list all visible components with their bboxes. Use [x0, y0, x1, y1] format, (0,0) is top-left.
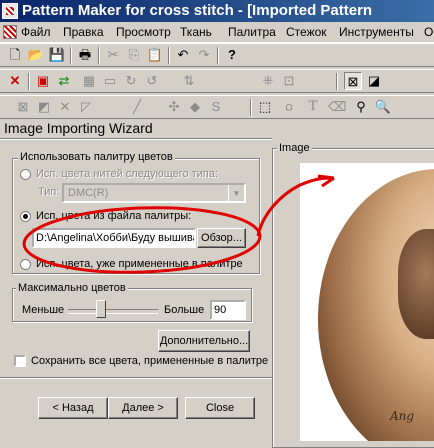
backstitch-icon[interactable]: ╱: [128, 98, 146, 116]
save-colors-label: Сохранить все цвета, примененные в палит…: [31, 355, 269, 367]
toolbar-separator: [336, 73, 338, 90]
less-label: Меньше: [22, 304, 65, 316]
text-icon[interactable]: T: [304, 98, 322, 116]
app-icon[interactable]: [2, 3, 18, 19]
half-stitch-icon[interactable]: ◪: [365, 72, 383, 90]
more-label: Больше: [164, 304, 205, 316]
stitch-half-icon[interactable]: ◸: [77, 98, 95, 116]
browse-button[interactable]: Обзор...: [197, 228, 246, 248]
thread-type-value: DMC(R): [68, 187, 109, 199]
grid-icon[interactable]: ▦: [80, 72, 98, 90]
menu-palette[interactable]: Палитра: [228, 25, 276, 39]
stitch-full-icon[interactable]: ⊠: [14, 98, 32, 116]
photo-signature: Ang: [390, 409, 415, 423]
palette-add-icon[interactable]: ▣: [34, 72, 52, 90]
stitch-quarter-icon[interactable]: ◩: [35, 98, 53, 116]
max-colors-slider-thumb[interactable]: [96, 300, 106, 318]
rect-select-icon[interactable]: ⬚: [256, 98, 274, 116]
menu-stitch[interactable]: Стежок: [286, 25, 327, 39]
new-file-icon[interactable]: 🗋: [6, 46, 24, 64]
french-knot-icon[interactable]: ✣: [165, 98, 183, 116]
portrait-hair: [398, 229, 434, 339]
full-stitch-icon[interactable]: ⊠: [344, 72, 362, 90]
menu-bar: Файл Правка Просмотр Ткань Палитра Стежо…: [0, 22, 434, 43]
toolbar-separator: [217, 47, 219, 64]
menu-fabric[interactable]: Ткань: [180, 25, 212, 39]
zoom-icon[interactable]: 🔍: [374, 98, 392, 116]
paste-icon[interactable]: 📋: [146, 46, 164, 64]
eyedropper-icon[interactable]: ⚲: [352, 98, 370, 116]
type-label: Тип:: [38, 186, 60, 198]
mirror-icon[interactable]: ⇅: [180, 72, 198, 90]
wizard-title: Image Importing Wizard: [4, 120, 153, 136]
palette-group-label: Использовать палитру цветов: [18, 151, 175, 163]
chevron-down-icon[interactable]: ▼: [228, 185, 244, 201]
portrait-photo: [318, 169, 434, 441]
menu-window[interactable]: Ok: [424, 25, 434, 39]
max-colors-slider-track[interactable]: [68, 309, 158, 314]
thread-type-select[interactable]: DMC(R) ▼: [62, 183, 246, 203]
document-icon[interactable]: [3, 25, 17, 39]
redo-icon[interactable]: ↷: [195, 46, 213, 64]
pattern-icon[interactable]: ⁜: [259, 72, 277, 90]
stitch-toolbar: ⊠ ◩ ✕ ◸ ╱ ✣ ◆ S ⬚ ◌ T ⌫ ⚲ 🔍: [0, 95, 434, 119]
copy-icon[interactable]: ⎘: [125, 46, 143, 64]
menu-tools[interactable]: Инструменты: [339, 25, 414, 39]
bead-icon[interactable]: ◆: [186, 98, 204, 116]
advanced-button[interactable]: Дополнительно...: [158, 330, 250, 352]
close-button[interactable]: Close: [185, 397, 255, 419]
standard-toolbar: 🗋 📂 💾 🖶 ✂ ⎘ 📋 ↶ ↷ ?: [0, 43, 434, 67]
eraser-icon[interactable]: ⌫: [328, 98, 346, 116]
palette-file-path-input[interactable]: D:\Angelina\Хобби\Буду вышива: [32, 228, 196, 248]
window-title: Pattern Maker for cross stitch - [Import…: [22, 2, 373, 19]
rotate-icon[interactable]: ↻: [122, 72, 140, 90]
radio-palette-file[interactable]: [20, 211, 31, 222]
wizard-divider: [0, 138, 272, 140]
select-icon[interactable]: ⊡: [280, 72, 298, 90]
radio-thread-type[interactable]: [20, 169, 31, 180]
palette-swap-icon[interactable]: ⇄: [55, 72, 73, 90]
save-colors-checkbox[interactable]: [14, 355, 26, 367]
zoom-area-icon[interactable]: ▭: [101, 72, 119, 90]
image-panel-label: Image: [277, 142, 312, 154]
rotate-back-icon[interactable]: ↺: [143, 72, 161, 90]
toolbar-separator: [98, 47, 100, 64]
stitch-cross-icon[interactable]: ✕: [56, 98, 74, 116]
cut-icon[interactable]: ✂: [104, 46, 122, 64]
radio-thread-type-label: Исп. цвета нитей следующего типа:: [36, 168, 219, 180]
undo-icon[interactable]: ↶: [174, 46, 192, 64]
lasso-icon[interactable]: ◌: [280, 98, 298, 116]
radio-used-colors-label: Исп. цвета, уже примененные в палитре: [36, 258, 243, 270]
toolbar-separator: [70, 47, 72, 64]
toolbar-separator: [250, 99, 252, 116]
toolbar-separator: [28, 73, 30, 90]
open-folder-icon[interactable]: 📂: [27, 46, 45, 64]
image-preview: Ang: [300, 163, 434, 441]
save-icon[interactable]: 💾: [48, 46, 66, 64]
toolbar-separator: [168, 47, 170, 64]
radio-used-colors[interactable]: [20, 259, 31, 270]
max-colors-group-label: Максимально цветов: [16, 282, 128, 294]
menu-file[interactable]: Файл: [21, 25, 51, 39]
radio-palette-file-label: Исп. цвета из файла палитры:: [36, 210, 192, 222]
next-button[interactable]: Далее >: [108, 397, 178, 419]
back-button[interactable]: < Назад: [38, 397, 108, 419]
wizard-footer-divider: [0, 377, 272, 379]
edit-toolbar: ✕ ▣ ⇄ ▦ ▭ ↻ ↺ ⇅ ⁜ ⊡ ⊠ ◪: [0, 69, 434, 93]
menu-edit[interactable]: Правка: [63, 25, 104, 39]
help-icon[interactable]: ?: [223, 46, 241, 64]
print-icon[interactable]: 🖶: [76, 46, 94, 64]
menu-view[interactable]: Просмотр: [116, 25, 171, 39]
specialty-icon[interactable]: S: [207, 98, 225, 116]
max-colors-input[interactable]: 90: [210, 300, 246, 320]
title-bar[interactable]: Pattern Maker for cross stitch - [Import…: [0, 0, 434, 22]
delete-icon[interactable]: ✕: [6, 72, 24, 90]
